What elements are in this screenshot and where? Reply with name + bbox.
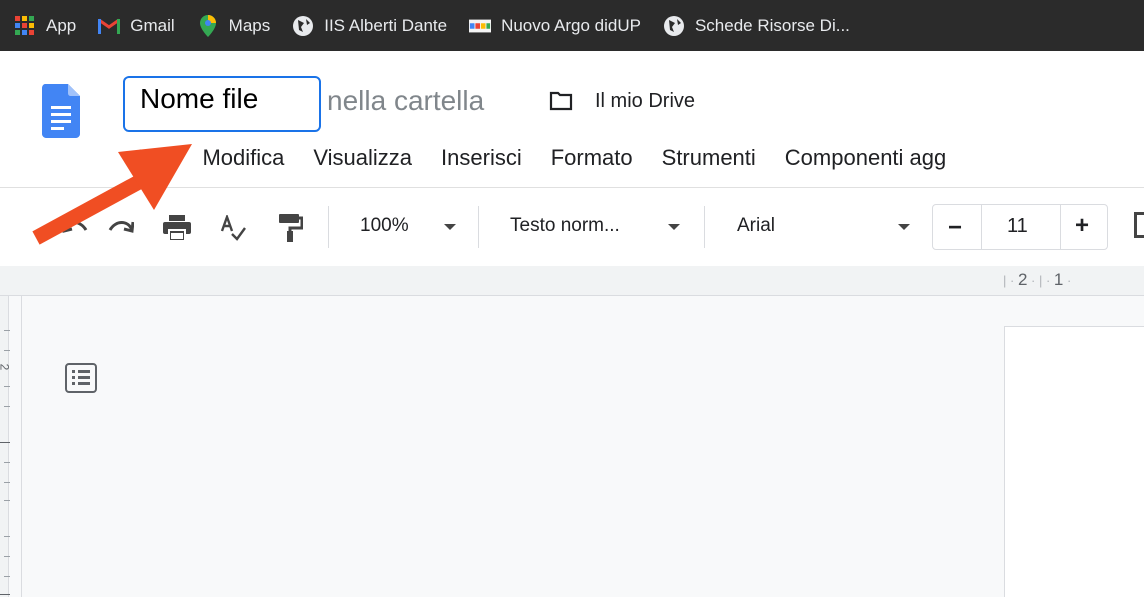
- bookmark-gmail[interactable]: Gmail: [98, 15, 175, 37]
- stepper-divider: [981, 204, 982, 250]
- zoom-select[interactable]: 100%: [360, 215, 409, 237]
- ruler-number: 2: [1017, 270, 1028, 289]
- redo-icon[interactable]: [108, 218, 135, 241]
- vertical-ruler-border: [21, 296, 22, 597]
- print-icon[interactable]: [163, 215, 191, 246]
- ruler-ticks: | · 2 · | · 1 ·: [1003, 270, 1072, 289]
- bookmark-label: Gmail: [130, 15, 175, 35]
- bookmark-label: App: [46, 15, 77, 35]
- formatting-toolbar: 100% Testo norm... Arial − 11 +: [0, 188, 1144, 266]
- menu-formato[interactable]: Formato: [551, 145, 633, 171]
- folder-icon[interactable]: [549, 91, 573, 111]
- ruler-number: 1: [1053, 270, 1064, 289]
- bookmark-label: Schede Risorse Di...: [694, 15, 850, 35]
- document-canvas: [0, 296, 1144, 597]
- increase-font-size-button[interactable]: +: [1075, 212, 1089, 240]
- stepper-divider: [1060, 204, 1061, 250]
- globe-icon: [292, 15, 314, 37]
- vruler-tick: [4, 406, 10, 407]
- toolbar-separator: [328, 206, 329, 248]
- vruler-tick: [4, 386, 10, 387]
- bold-icon[interactable]: [1134, 212, 1144, 238]
- toolbar-separator: [478, 206, 479, 248]
- bookmarks-bar: App Gmail Maps IIS Alberti Dante Nuovo A…: [0, 0, 1144, 51]
- document-title: Nome file: [140, 83, 259, 114]
- menu-file[interactable]: File: [138, 145, 173, 171]
- bookmark-app[interactable]: App: [14, 15, 76, 37]
- font-select[interactable]: Arial: [737, 215, 775, 237]
- bookmark-argo[interactable]: Nuovo Argo didUP: [469, 15, 641, 37]
- folder-prefix-text: nella cartella: [327, 85, 485, 116]
- font-size-input[interactable]: 11: [1007, 215, 1028, 238]
- vruler-tick: [4, 330, 10, 331]
- maps-pin-icon: [197, 14, 219, 37]
- menu-visualizza[interactable]: Visualizza: [313, 145, 412, 171]
- vruler-number: 2: [0, 364, 11, 371]
- bookmark-maps[interactable]: Maps: [197, 14, 271, 37]
- argo-icon: [469, 15, 492, 37]
- vruler-tick: [4, 500, 10, 501]
- vertical-ruler[interactable]: [0, 296, 9, 597]
- menu-componenti[interactable]: Componenti agg: [785, 145, 946, 171]
- vruler-tick: [4, 350, 10, 351]
- horizontal-ruler[interactable]: | · 2 · | · 1 ·: [0, 266, 1144, 296]
- bookmark-iis-alberti[interactable]: IIS Alberti Dante: [292, 15, 447, 37]
- spellcheck-icon[interactable]: [220, 213, 246, 246]
- apps-grid-icon: [14, 15, 36, 37]
- vruler-tick: [4, 462, 10, 463]
- google-docs-logo-icon[interactable]: [42, 84, 80, 138]
- google-docs-window: App Gmail Maps IIS Alberti Dante Nuovo A…: [0, 0, 1144, 597]
- gmail-icon: [98, 15, 121, 37]
- menu-modifica[interactable]: Modifica: [202, 145, 284, 171]
- folder-name-link[interactable]: Il mio Drive: [595, 90, 695, 113]
- vruler-tick: [0, 442, 10, 443]
- vruler-tick: [4, 556, 10, 557]
- document-page[interactable]: [1004, 326, 1144, 597]
- font-dropdown-icon[interactable]: [898, 224, 910, 230]
- vruler-tick: [0, 594, 10, 595]
- undo-icon[interactable]: [61, 218, 88, 241]
- bookmark-label: Maps: [228, 15, 271, 35]
- paragraph-style-select[interactable]: Testo norm...: [510, 215, 620, 237]
- zoom-dropdown-icon[interactable]: [444, 224, 456, 230]
- menu-inserisci[interactable]: Inserisci: [441, 145, 522, 171]
- vruler-tick: [4, 576, 10, 577]
- vruler-tick: [4, 482, 10, 483]
- menu-strumenti[interactable]: Strumenti: [662, 145, 756, 171]
- menu-bar: File Modifica Visualizza Inserisci Forma…: [138, 141, 975, 175]
- decrease-font-size-button[interactable]: −: [948, 214, 962, 242]
- bookmark-label: IIS Alberti Dante: [324, 15, 448, 35]
- toolbar-separator: [704, 206, 705, 248]
- bookmark-schede-risorse[interactable]: Schede Risorse Di...: [663, 15, 850, 37]
- document-outline-icon[interactable]: [65, 363, 97, 393]
- style-dropdown-icon[interactable]: [668, 224, 680, 230]
- globe-icon: [663, 15, 685, 37]
- paint-format-icon[interactable]: [279, 214, 304, 247]
- vruler-tick: [4, 536, 10, 537]
- docs-header: Nome file nella cartella Il mio Drive Fi…: [0, 51, 1144, 189]
- bookmark-label: Nuovo Argo didUP: [501, 15, 641, 35]
